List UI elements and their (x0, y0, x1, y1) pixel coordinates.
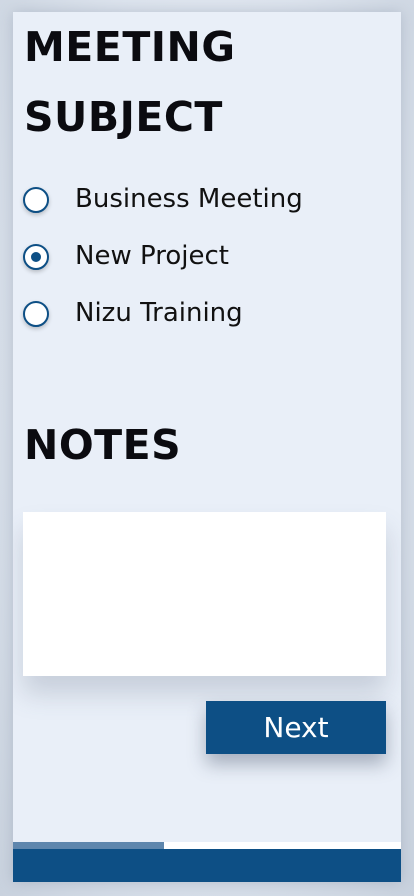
bottom-bar (13, 849, 401, 882)
progress-bar (13, 842, 401, 849)
option-label: Nizu Training (75, 298, 243, 328)
radio-nizu-training[interactable] (23, 301, 49, 327)
form-panel: MEETING SUBJECT Business Meeting New Pro… (13, 12, 401, 882)
notes-input[interactable] (23, 512, 386, 676)
option-label: New Project (75, 241, 229, 271)
notes-heading: NOTES (24, 421, 182, 469)
radio-new-project[interactable] (23, 244, 49, 270)
option-nizu-training[interactable]: Nizu Training (23, 290, 343, 347)
next-button[interactable]: Next (206, 701, 386, 754)
meeting-subject-options: Business Meeting New Project Nizu Traini… (23, 176, 343, 347)
option-business-meeting[interactable]: Business Meeting (23, 176, 343, 233)
option-new-project[interactable]: New Project (23, 233, 343, 290)
radio-business-meeting[interactable] (23, 187, 49, 213)
progress-fill (13, 842, 165, 849)
meeting-subject-heading: MEETING SUBJECT (24, 23, 236, 141)
option-label: Business Meeting (75, 184, 303, 214)
